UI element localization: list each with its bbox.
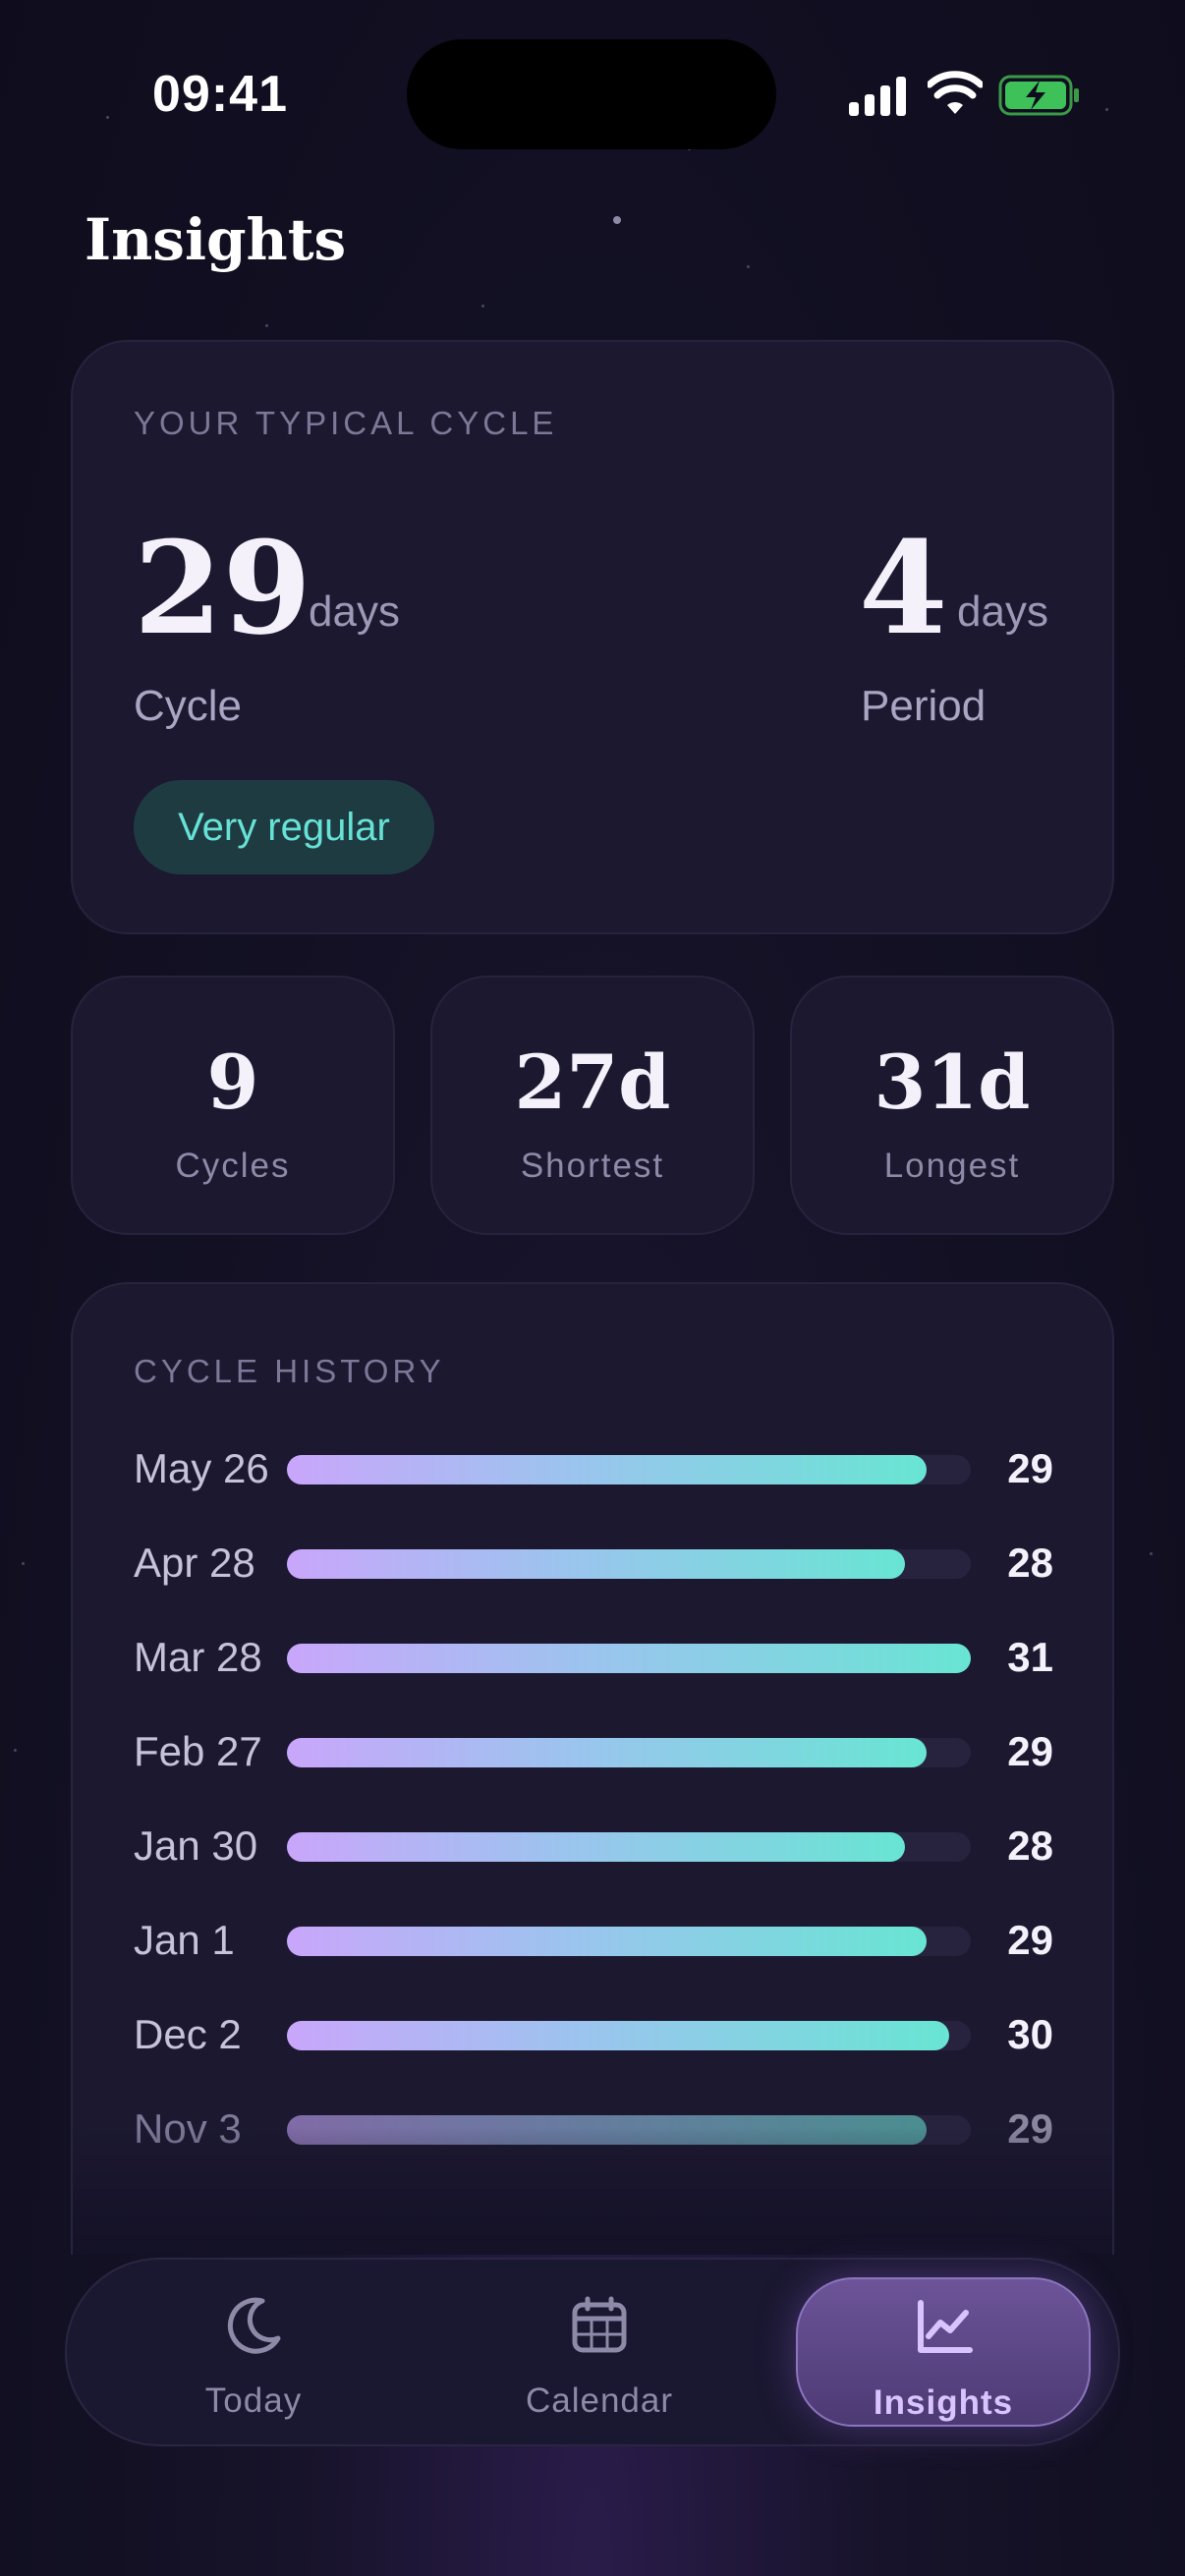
tab-bar: Today Calendar Insights bbox=[65, 2258, 1120, 2446]
section-heading: YOUR TYPICAL CYCLE bbox=[134, 405, 558, 441]
scroll-fade bbox=[73, 2127, 1112, 2255]
tab-insights[interactable]: Insights bbox=[796, 2277, 1091, 2427]
period-length-unit: days bbox=[957, 588, 1048, 636]
stat-card-longest: 31d Longest bbox=[790, 976, 1114, 1235]
history-row: Dec 2 30 bbox=[73, 2005, 1112, 2064]
stat-label: Cycles bbox=[175, 1147, 291, 1185]
cycle-length-label: Cycle bbox=[134, 682, 243, 730]
history-bar-fill bbox=[287, 1549, 905, 1579]
history-row-length: 31 bbox=[1007, 1634, 1053, 1680]
history-row-date: Dec 2 bbox=[134, 2011, 242, 2057]
history-row: Apr 28 28 bbox=[73, 1534, 1112, 1593]
history-row-length: 29 bbox=[1007, 1445, 1053, 1491]
history-bar-track bbox=[287, 1832, 971, 1862]
stat-value: 9 bbox=[206, 1038, 259, 1126]
history-bar-fill bbox=[287, 1644, 971, 1673]
history-row-date: Jan 1 bbox=[134, 1917, 235, 1963]
history-bar-track bbox=[287, 1927, 971, 1956]
stat-value: 31d bbox=[874, 1038, 1031, 1126]
history-bar-track bbox=[287, 1644, 971, 1673]
tab-label: Today bbox=[204, 2381, 303, 2420]
battery-charging-icon bbox=[998, 75, 1079, 116]
regularity-badge: Very regular bbox=[134, 780, 434, 874]
history-row-date: May 26 bbox=[134, 1445, 269, 1491]
star-decoration bbox=[22, 1562, 25, 1565]
tab-label: Insights bbox=[873, 2383, 1014, 2422]
status-bar: 09:41 bbox=[0, 0, 1185, 196]
wifi-icon bbox=[928, 71, 983, 114]
star-decoration bbox=[14, 1749, 17, 1752]
history-row-date: Apr 28 bbox=[134, 1540, 255, 1586]
cellular-signal-icon bbox=[849, 77, 906, 116]
tab-today[interactable]: Today bbox=[106, 2277, 401, 2427]
star-decoration bbox=[1150, 1552, 1153, 1555]
section-heading: CYCLE HISTORY bbox=[134, 1353, 445, 1389]
stat-card-cycles: 9 Cycles bbox=[71, 976, 395, 1235]
moon-icon bbox=[227, 2297, 281, 2354]
history-row-length: 28 bbox=[1007, 1540, 1053, 1586]
stat-value: 27d bbox=[514, 1038, 671, 1126]
period-length-value: 4 bbox=[859, 513, 948, 663]
history-bar-track bbox=[287, 1455, 971, 1484]
history-row: Feb 27 29 bbox=[73, 1722, 1112, 1781]
history-row: Jan 1 29 bbox=[73, 1911, 1112, 1970]
history-row-date: Mar 28 bbox=[134, 1634, 262, 1680]
stat-card-shortest: 27d Shortest bbox=[430, 976, 755, 1235]
history-row-length: 29 bbox=[1007, 1728, 1053, 1774]
history-bar-fill bbox=[287, 1832, 905, 1862]
history-row-date: Jan 30 bbox=[134, 1822, 258, 1869]
history-bar-fill bbox=[287, 1455, 928, 1484]
cycle-history-card: CYCLE HISTORY May 26 29 Apr 28 28 Mar 28… bbox=[71, 1282, 1114, 2255]
history-bar-track bbox=[287, 1549, 971, 1579]
period-length-label: Period bbox=[861, 682, 987, 730]
history-row: May 26 29 bbox=[73, 1439, 1112, 1498]
history-bar-track bbox=[287, 1738, 971, 1767]
cycle-length-unit: days bbox=[309, 588, 400, 636]
history-row-date: Feb 27 bbox=[134, 1728, 262, 1774]
star-decoration bbox=[265, 324, 268, 327]
star-decoration bbox=[613, 216, 621, 224]
dynamic-island bbox=[407, 39, 776, 149]
history-row-length: 30 bbox=[1007, 2011, 1053, 2057]
cycle-length-value: 29 bbox=[134, 513, 311, 663]
chart-line-icon bbox=[918, 2300, 973, 2353]
status-time: 09:41 bbox=[152, 66, 288, 123]
star-decoration bbox=[481, 305, 484, 308]
history-row: Jan 30 28 bbox=[73, 1817, 1112, 1876]
tab-calendar[interactable]: Calendar bbox=[452, 2277, 747, 2427]
stat-label: Longest bbox=[883, 1147, 1021, 1185]
calendar-icon bbox=[572, 2296, 627, 2353]
page-title: Insights bbox=[85, 206, 347, 273]
history-bar-fill bbox=[287, 1738, 928, 1767]
history-row: Mar 28 31 bbox=[73, 1628, 1112, 1687]
history-row-length: 28 bbox=[1007, 1822, 1053, 1869]
stat-label: Shortest bbox=[520, 1147, 665, 1185]
typical-cycle-card: YOUR TYPICAL CYCLE 29 days Cycle 4 days … bbox=[71, 340, 1114, 934]
history-bar-fill bbox=[287, 1927, 928, 1956]
history-row-length: 29 bbox=[1007, 1917, 1053, 1963]
tab-label: Calendar bbox=[525, 2381, 674, 2420]
history-bar-fill bbox=[287, 2021, 949, 2050]
star-decoration bbox=[747, 265, 750, 268]
history-bar-track bbox=[287, 2021, 971, 2050]
